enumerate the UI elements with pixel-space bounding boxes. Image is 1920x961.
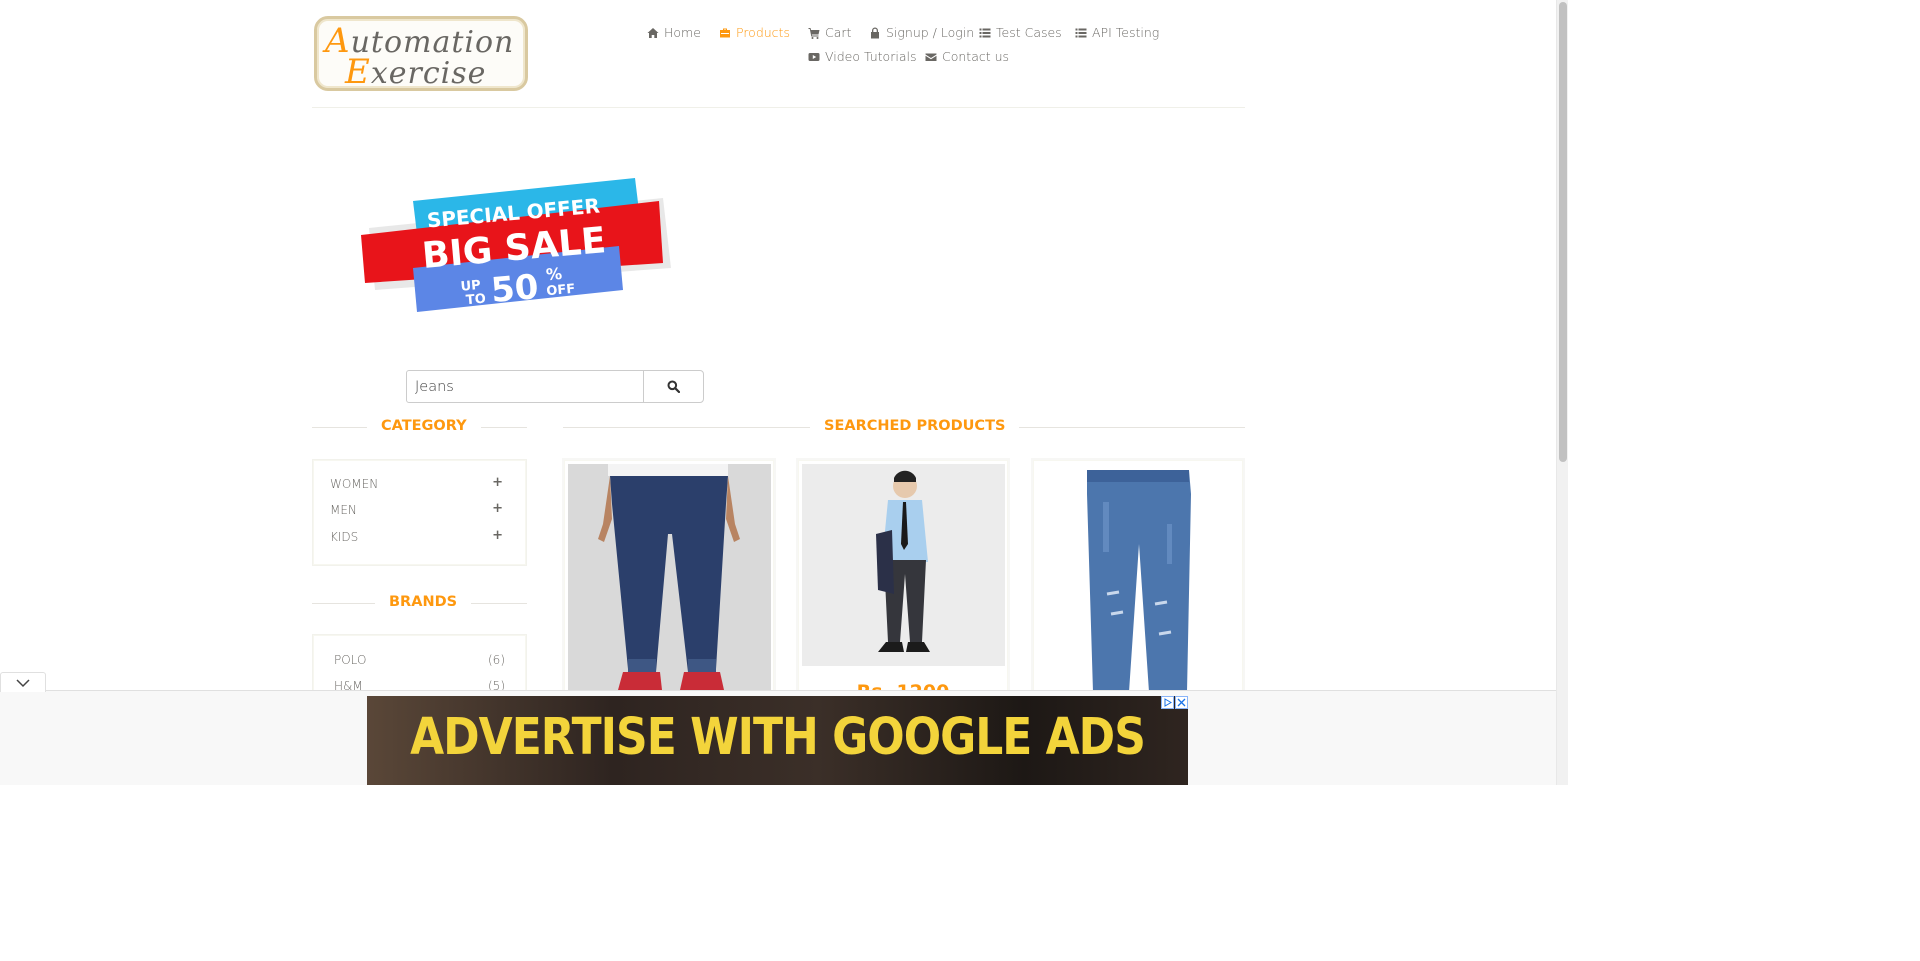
nav-products[interactable]: Products <box>719 25 790 40</box>
briefcase-icon <box>720 28 730 37</box>
banner-pct: 50 <box>489 267 540 311</box>
product-card[interactable] <box>1033 460 1243 700</box>
product-image <box>802 464 1005 666</box>
nav-contact-us[interactable]: Contact us <box>925 49 1009 64</box>
plus-icon[interactable]: + <box>492 528 503 543</box>
nav-video-tutorials[interactable]: Video Tutorials <box>808 49 916 64</box>
nav-video-tutorials-label: Video Tutorials <box>825 49 917 64</box>
list-icon <box>1075 28 1087 37</box>
searched-products-title: SEARCHED PRODUCTS <box>810 418 1020 434</box>
ad-collapse-button[interactable] <box>0 672 46 692</box>
product-card[interactable]: Rs. 1200 <box>798 460 1008 700</box>
category-kids-label: KIDS <box>330 530 359 544</box>
nav-test-cases[interactable]: Test Cases <box>979 25 1062 40</box>
youtube-icon <box>808 52 820 61</box>
close-icon[interactable] <box>1175 696 1188 709</box>
ad-choices-icon[interactable] <box>1161 696 1174 709</box>
nav-home-label: Home <box>664 25 701 40</box>
product-image <box>1037 464 1240 694</box>
logo-line-2: Exercise <box>345 52 487 92</box>
product-card[interactable] <box>564 460 774 700</box>
site-logo[interactable]: Automation Exercise <box>314 16 528 92</box>
lock-icon <box>871 27 879 38</box>
search-input[interactable]: Jeans <box>406 370 644 403</box>
brands-title: BRANDS <box>375 594 472 610</box>
chevron-down-icon <box>16 678 30 687</box>
scrollbar-thumb[interactable] <box>1559 2 1567 462</box>
category-title: CATEGORY <box>367 418 481 434</box>
site-header: Automation Exercise <box>312 0 1245 108</box>
cart-icon <box>808 27 820 39</box>
nav-api-testing-label: API Testing <box>1092 25 1160 40</box>
nav-contact-us-label: Contact us <box>942 49 1010 64</box>
plus-icon[interactable]: + <box>492 475 503 490</box>
category-men-label: MEN <box>330 503 357 517</box>
page-scrollbar[interactable] <box>1556 0 1568 785</box>
category-panel: WOMEN + MEN + KIDS + <box>313 460 526 565</box>
sale-banner: SPECIAL OFFER BIG SALE UP TO 50 % OFF <box>361 178 671 312</box>
banner-pct-sign: % <box>545 264 563 284</box>
envelope-icon <box>925 53 937 61</box>
search-input-value: Jeans <box>415 378 454 395</box>
nav-signup-login[interactable]: Signup / Login <box>869 25 974 40</box>
product-image <box>568 464 771 694</box>
ad-text: ADVERTISE WITH GOOGLE ADS <box>410 708 1146 767</box>
nav-home[interactable]: Home <box>647 25 701 40</box>
search-button[interactable] <box>643 370 704 403</box>
nav-signup-login-label: Signup / Login <box>886 25 975 40</box>
search-icon <box>667 380 680 393</box>
nav-cart-label: Cart <box>825 25 852 40</box>
plus-icon[interactable]: + <box>492 501 503 516</box>
ad-controls <box>1161 696 1188 709</box>
nav-test-cases-label: Test Cases <box>996 25 1062 40</box>
nav-cart[interactable]: Cart <box>808 25 851 40</box>
brand-polo-count: (6) <box>488 653 505 667</box>
banner-to: TO <box>465 292 486 309</box>
nav-api-testing[interactable]: API Testing <box>1075 25 1159 40</box>
brand-polo-label: POLO <box>334 653 367 667</box>
banner-off: OFF <box>546 282 576 299</box>
nav-products-label: Products <box>736 25 790 40</box>
list-icon <box>979 28 991 37</box>
home-icon <box>647 27 659 38</box>
google-ad-banner[interactable]: ADVERTISE WITH GOOGLE ADS <box>367 696 1188 785</box>
category-women-label: WOMEN <box>330 477 379 491</box>
